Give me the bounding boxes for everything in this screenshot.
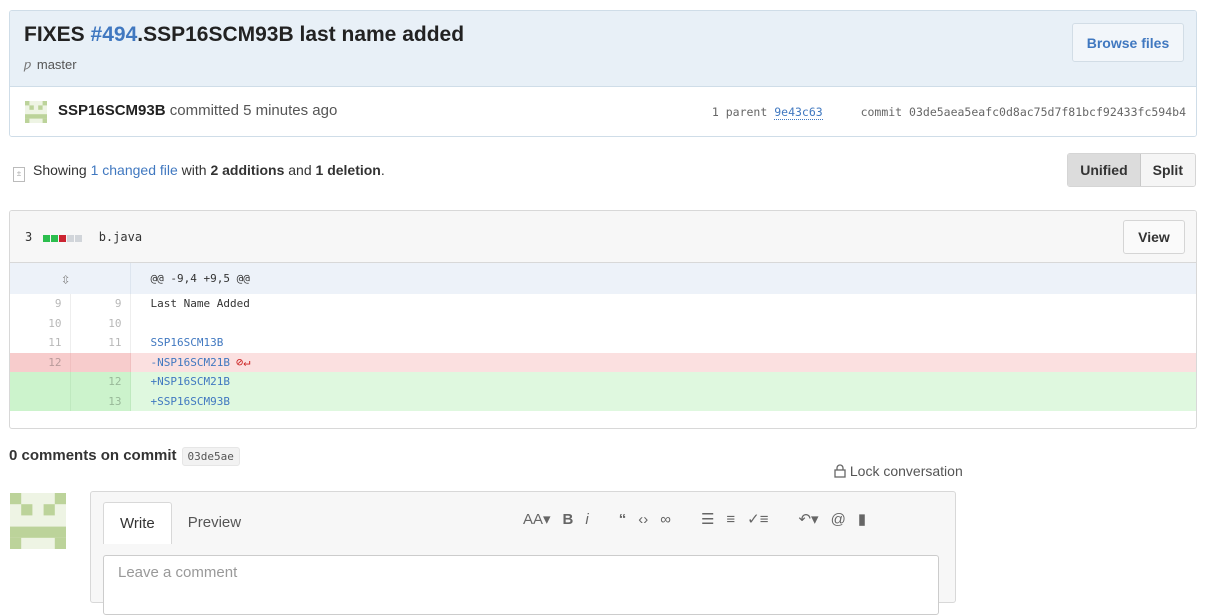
mention-icon[interactable]: @ xyxy=(831,511,846,528)
diff-stat-icon: ± xyxy=(13,167,25,182)
diff-line-deleted: 12 -NSP16SCM21B ⊘↵ xyxy=(10,352,1196,372)
bookmark-icon[interactable]: ▮ xyxy=(858,510,866,528)
issue-link[interactable]: #494 xyxy=(91,23,138,46)
hunk-header: @@ -9,4 +9,5 @@ xyxy=(130,263,1196,294)
italic-icon[interactable]: i xyxy=(585,511,588,528)
comment-textarea[interactable]: Leave a comment xyxy=(103,555,939,615)
diff-line: 11 11 SSP16SCM13B xyxy=(10,333,1196,353)
file-header: 3 b.java View xyxy=(10,211,1196,263)
lock-conversation-button[interactable]: Lock conversation xyxy=(834,463,963,479)
change-count: 3 xyxy=(25,230,33,244)
browse-files-button[interactable]: Browse files xyxy=(1072,23,1184,62)
commit-header: FIXES #494.SSP16SCM93B last name added ƿ… xyxy=(9,10,1197,137)
numbered-list-icon[interactable]: ≡ xyxy=(726,511,735,528)
no-newline-icon: ⊘↵ xyxy=(235,355,251,370)
author-name[interactable]: SSP16SCM93B xyxy=(58,102,166,119)
parent-sha-link[interactable]: 9e43c63 xyxy=(774,105,823,120)
file-stat: 3 b.java xyxy=(25,230,142,245)
diff-view-toggle: Unified Split xyxy=(1067,153,1196,187)
diffstat-blocks xyxy=(43,231,83,245)
view-file-button[interactable]: View xyxy=(1123,220,1185,254)
sha-info: 1 parent 9e43c63 commit 03de5aea5eafc0d8… xyxy=(711,105,1186,120)
commit-title-bar: FIXES #494.SSP16SCM93B last name added ƿ… xyxy=(10,11,1196,87)
lock-icon xyxy=(834,464,846,478)
markdown-toolbar: AA▾ B i “ ‹› ∞ ☰ ≡ ✓≡ ↶▾ @ ▮ xyxy=(523,510,878,529)
hunk-header-row: ⇳ @@ -9,4 +9,5 @@ xyxy=(10,263,1196,294)
unified-button[interactable]: Unified xyxy=(1068,154,1141,186)
commit-sha-chip[interactable]: 03de5ae xyxy=(181,447,240,466)
code-icon[interactable]: ‹› xyxy=(638,511,648,528)
diff-table: ⇳ @@ -9,4 +9,5 @@ 9 9 Last Name Added 10… xyxy=(10,263,1196,411)
quote-icon[interactable]: “ xyxy=(619,511,627,528)
comment-tabs: Write Preview xyxy=(103,502,257,544)
file-name[interactable]: b.java xyxy=(99,230,142,244)
user-avatar[interactable] xyxy=(10,493,66,549)
commit-author-line: SSP16SCM93B committed 5 minutes ago xyxy=(58,102,338,119)
author-avatar[interactable] xyxy=(25,101,47,123)
task-list-icon[interactable]: ✓≡ xyxy=(747,510,768,528)
expand-icon[interactable]: ⇳ xyxy=(10,263,131,294)
diff-summary: ± Showing 1 changed file with 2 additions… xyxy=(13,162,385,182)
commit-meta: SSP16SCM93B committed 5 minutes ago 1 pa… xyxy=(10,87,1196,136)
diff-line: 10 10 xyxy=(10,313,1196,333)
branch-label: ƿ master xyxy=(24,57,77,72)
diff-line: 9 9 Last Name Added xyxy=(10,294,1196,314)
diff-line-added: 13 +SSP16SCM93B xyxy=(10,391,1196,411)
split-button[interactable]: Split xyxy=(1140,154,1195,186)
comment-form: Write Preview AA▾ B i “ ‹› ∞ ☰ ≡ ✓≡ ↶▾ @… xyxy=(90,491,956,615)
commit-sha: 03de5aea5eafc0d8ac75d7f81bcf92433fc594b4 xyxy=(909,105,1186,119)
bulleted-list-icon[interactable]: ☰ xyxy=(701,510,714,528)
commit-title: FIXES #494.SSP16SCM93B last name added xyxy=(24,23,465,46)
branch-icon: ƿ xyxy=(24,57,32,72)
bold-icon[interactable]: B xyxy=(563,511,574,528)
changed-files-link[interactable]: 1 changed file xyxy=(91,162,178,178)
reply-icon[interactable]: ↶▾ xyxy=(798,510,818,528)
tab-write[interactable]: Write xyxy=(103,502,172,544)
tab-preview[interactable]: Preview xyxy=(172,502,257,543)
text-size-icon[interactable]: AA▾ xyxy=(523,510,551,528)
branch-name[interactable]: master xyxy=(37,57,77,72)
comments-title: 0 comments on commit 03de5ae xyxy=(9,447,240,466)
link-icon[interactable]: ∞ xyxy=(660,511,671,528)
file-diff: 3 b.java View ⇳ @@ -9,4 +9,5 @@ 9 9 Last… xyxy=(9,210,1197,429)
diff-line-added: 12 +NSP16SCM21B xyxy=(10,372,1196,392)
